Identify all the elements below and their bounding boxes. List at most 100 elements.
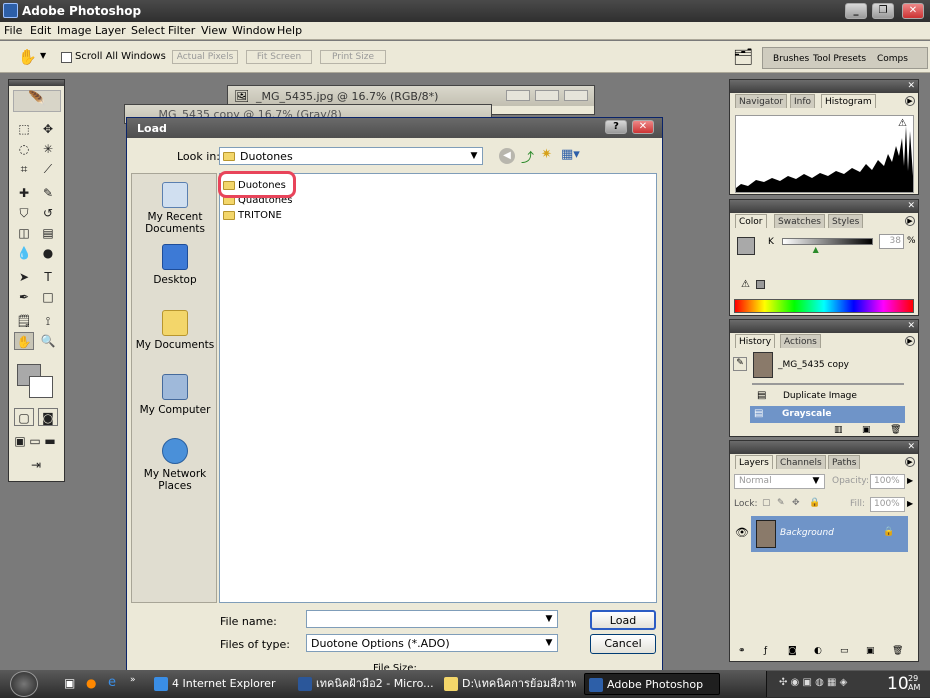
brush-tool-icon[interactable]: ✎ xyxy=(38,184,58,202)
panel-menu-icon[interactable]: ▶ xyxy=(905,457,915,467)
dodge-tool-icon[interactable]: ● xyxy=(38,244,58,262)
new-folder-icon[interactable]: ✷ xyxy=(541,147,552,162)
adjustment-layer-icon[interactable]: ◐ xyxy=(814,646,822,656)
opacity-arrow-icon[interactable]: ▶ xyxy=(907,476,913,485)
place-my-documents[interactable]: My Documents xyxy=(132,339,218,351)
list-item[interactable]: TRITONE xyxy=(220,209,420,223)
hand-tool-icon[interactable]: ✋ xyxy=(18,48,37,66)
fill-input[interactable]: 100% xyxy=(870,497,905,512)
quicklaunch-firefox-icon[interactable]: ● xyxy=(86,676,96,690)
start-button[interactable] xyxy=(10,671,38,697)
tray-icons[interactable]: ✣ ◉ ▣ ◍ ▦ ◈ xyxy=(779,677,847,688)
panel-close-icon[interactable]: ✕ xyxy=(907,80,915,92)
menu-layer[interactable]: Layer xyxy=(95,24,126,37)
quicklaunch-more-icon[interactable]: » xyxy=(130,675,136,685)
tab-history[interactable]: History xyxy=(735,334,776,348)
well-tab-brushes[interactable]: Brushes xyxy=(773,54,809,64)
color-ramp[interactable] xyxy=(734,299,914,313)
tab-navigator[interactable]: Navigator xyxy=(735,94,788,108)
taskbar-item-folder[interactable]: D:\เทคนิคการย้อมสีภาพ xyxy=(440,673,576,695)
k-value-input[interactable]: 38 xyxy=(879,234,904,249)
dialog-help-button[interactable]: ? xyxy=(605,120,627,134)
quick-mask-mode-icon[interactable]: ◙ xyxy=(38,408,58,426)
back-icon[interactable]: ◀ xyxy=(499,148,515,164)
menu-window[interactable]: Window xyxy=(232,24,275,37)
tab-paths[interactable]: Paths xyxy=(828,455,861,469)
cancel-button[interactable]: Cancel xyxy=(590,634,656,654)
opacity-input[interactable]: 100% xyxy=(870,474,905,489)
tab-actions[interactable]: Actions xyxy=(780,334,821,348)
k-slider-track[interactable] xyxy=(782,238,873,245)
k-slider-thumb[interactable]: ▲ xyxy=(813,245,819,254)
pen-tool-icon[interactable]: ✒ xyxy=(14,288,34,306)
load-button[interactable]: Load xyxy=(590,610,656,630)
lock-all-icon[interactable]: 🔒 xyxy=(809,498,820,508)
tab-histogram[interactable]: Histogram xyxy=(821,94,876,108)
panel-menu-icon[interactable]: ▶ xyxy=(905,96,915,106)
type-tool-icon[interactable]: T xyxy=(38,268,58,286)
shape-tool-icon[interactable]: □ xyxy=(38,288,58,306)
minimize-button[interactable]: _ xyxy=(845,3,867,19)
panel-menu-icon[interactable]: ▶ xyxy=(905,216,915,226)
dialog-close-button[interactable]: ✕ xyxy=(632,120,654,134)
look-in-dropdown[interactable]: Duotones ▼ xyxy=(219,147,483,165)
color-foreground-swatch[interactable] xyxy=(737,237,755,255)
print-size-button[interactable]: Print Size xyxy=(320,50,386,64)
file-browser-icon[interactable]: 🗂 xyxy=(733,47,753,66)
tool-preset-dropdown-icon[interactable]: ▼ xyxy=(40,51,46,60)
zoom-tool-icon[interactable]: 🔍 xyxy=(38,332,58,350)
hand-tool-button[interactable]: ✋ xyxy=(14,332,34,350)
visibility-eye-icon[interactable]: 👁 xyxy=(735,526,749,539)
lasso-tool-icon[interactable]: ◌ xyxy=(14,140,34,158)
lock-position-icon[interactable]: ✥ xyxy=(792,498,800,508)
menu-select[interactable]: Select xyxy=(131,24,165,37)
menu-view[interactable]: View xyxy=(201,24,227,37)
history-brush-source-icon[interactable]: ✎ xyxy=(733,357,747,371)
taskbar-item-photoshop[interactable]: Adobe Photoshop xyxy=(584,673,720,695)
well-tab-comps[interactable]: Comps xyxy=(877,54,908,64)
files-of-type-dropdown[interactable]: Duotone Options (*.ADO) ▼ xyxy=(306,634,558,652)
menu-edit[interactable]: Edit xyxy=(30,24,51,37)
standard-mode-icon[interactable]: ▢ xyxy=(14,408,34,426)
move-tool-icon[interactable]: ✥ xyxy=(38,120,58,138)
scroll-all-windows-checkbox[interactable] xyxy=(61,52,72,63)
out-of-gamut-warning-icon[interactable]: ⚠ xyxy=(741,279,750,290)
fill-arrow-icon[interactable]: ▶ xyxy=(907,499,913,508)
healing-brush-icon[interactable]: ✚ xyxy=(14,184,34,202)
trash-icon[interactable]: 🗑 xyxy=(890,425,901,435)
crop-tool-icon[interactable]: ⌗ xyxy=(14,160,34,178)
layer-row[interactable]: 👁 Background 🔒 xyxy=(733,516,914,552)
delete-layer-icon[interactable]: 🗑 xyxy=(892,646,903,656)
background-color-swatch[interactable] xyxy=(29,376,53,398)
restore-button[interactable]: ❐ xyxy=(872,3,894,19)
notes-tool-icon[interactable]: 🗒 xyxy=(14,312,34,330)
tab-info[interactable]: Info xyxy=(790,94,816,108)
new-snapshot-icon[interactable]: ▣ xyxy=(862,425,871,435)
place-my-network-places[interactable]: My Network Places xyxy=(132,468,218,492)
blend-mode-dropdown[interactable]: Normal ▼ xyxy=(734,474,825,489)
menu-filter[interactable]: Filter xyxy=(168,24,195,37)
taskbar-item-word[interactable]: เทคนิคฝ้ามือ2 - Micro... xyxy=(294,673,434,695)
layer-style-icon[interactable]: ƒ xyxy=(764,646,767,656)
tab-swatches[interactable]: Swatches xyxy=(774,214,825,228)
fit-screen-button[interactable]: Fit Screen xyxy=(246,50,312,64)
place-my-recent-documents[interactable]: My Recent Documents xyxy=(132,211,218,235)
eraser-tool-icon[interactable]: ◫ xyxy=(14,224,34,242)
jump-to-imageready-icon[interactable]: ⇥ xyxy=(14,456,58,474)
tab-styles[interactable]: Styles xyxy=(828,214,864,228)
path-selection-icon[interactable]: ➤ xyxy=(14,268,34,286)
new-document-from-state-icon[interactable]: ▥ xyxy=(834,425,843,435)
file-name-input[interactable]: ▼ xyxy=(306,610,558,628)
well-tab-tool-presets[interactable]: Tool Presets xyxy=(813,54,866,64)
layer-mask-icon[interactable]: ◙ xyxy=(788,646,797,656)
screen-mode-full-menu-icon[interactable]: ▭ xyxy=(28,432,42,450)
layer-group-icon[interactable]: ▭ xyxy=(840,646,849,656)
gradient-tool-icon[interactable]: ▤ xyxy=(38,224,58,242)
actual-pixels-button[interactable]: Actual Pixels xyxy=(172,50,238,64)
link-layers-icon[interactable]: ⚭ xyxy=(738,646,746,656)
lock-image-icon[interactable]: ✎ xyxy=(777,498,785,508)
new-layer-icon[interactable]: ▣ xyxy=(866,646,875,656)
menu-image[interactable]: Image xyxy=(57,24,91,37)
tab-channels[interactable]: Channels xyxy=(776,455,826,469)
slice-tool-icon[interactable]: ⟋ xyxy=(38,160,58,178)
